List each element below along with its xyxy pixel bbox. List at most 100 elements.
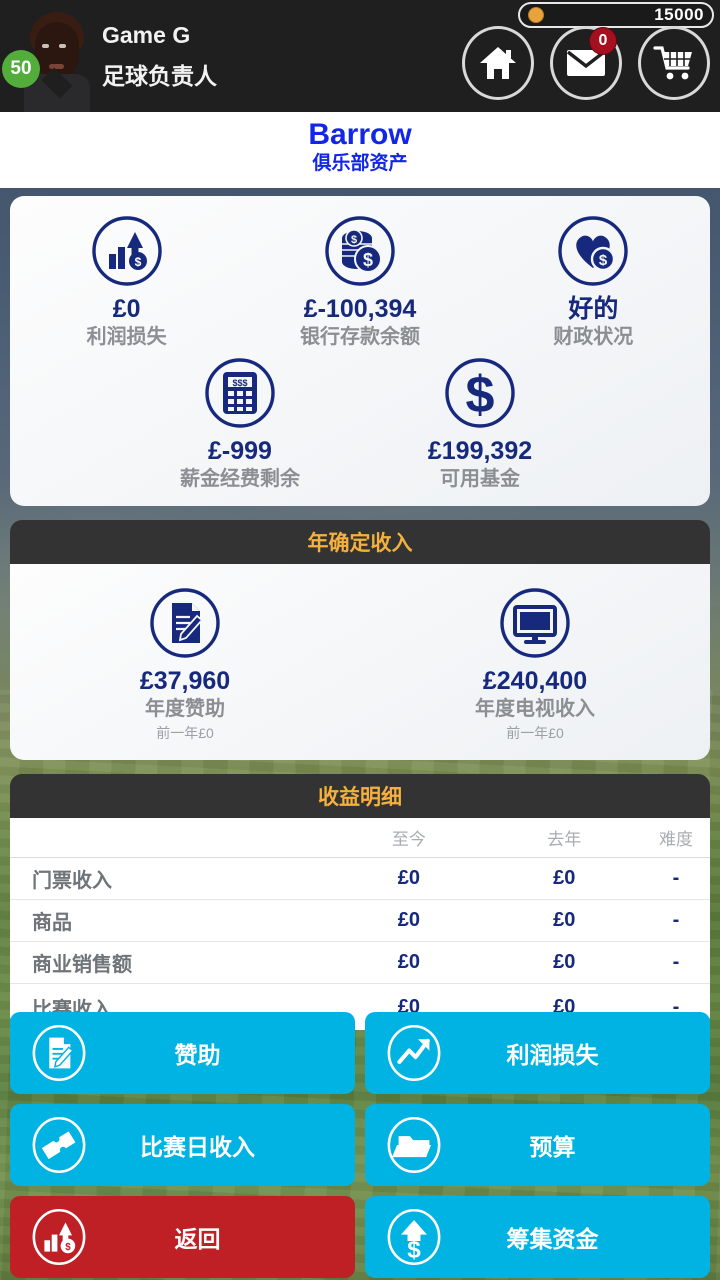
revenue-table: 至今 去年 难度 门票收入 £0 £0 - 商品 £0 £0 - 商业销售额 £…	[10, 818, 710, 1030]
row-difficulty: -	[672, 909, 680, 931]
top-bar: 50 Game G 足球负责人 15000 0	[0, 0, 720, 112]
svg-text:$$$: $$$	[232, 378, 247, 388]
income-section-title: 年确定收入	[307, 532, 413, 555]
row-name: 商业销售额	[32, 954, 132, 976]
col-header-last-year: 去年	[547, 830, 582, 849]
heart-money-icon: $	[556, 214, 630, 288]
raise-funds-button[interactable]: $ 筹集资金	[365, 1196, 710, 1278]
stat-value: £199,392	[427, 437, 533, 465]
top-actions: 0	[462, 26, 710, 100]
contract-icon	[28, 1023, 90, 1083]
revenue-section-header: 收益明细	[10, 774, 710, 818]
income-section-card: £37,960 年度赞助 前一年£0 £240,400 年度电视收入 前一年£0	[10, 564, 710, 760]
stat-label: 可用基金	[440, 468, 520, 490]
table-row[interactable]: 门票收入 £0 £0 -	[10, 858, 710, 900]
user-name: Game G	[102, 21, 191, 48]
stat-label: 利润损失	[86, 326, 167, 348]
profit-chart-icon: $	[90, 214, 164, 288]
income-section-header: 年确定收入	[10, 520, 710, 564]
income-sponsorship[interactable]: £37,960 年度赞助 前一年£0	[10, 586, 360, 744]
finance-stats-card: $ £0 利润损失 $ $ £-100,394 银行存款余额 $ 好的 财政状况…	[10, 196, 710, 506]
user-role: 足球负责人	[102, 62, 217, 89]
row-to-date: £0	[397, 867, 420, 889]
row-difficulty: -	[672, 867, 680, 889]
trend-up-icon	[383, 1023, 445, 1083]
back-button[interactable]: $ 返回	[10, 1196, 355, 1278]
income-sub: 前一年£0	[506, 725, 564, 741]
row-name: 门票收入	[32, 870, 112, 892]
finance-stats-row-1: $ £0 利润损失 $ $ £-100,394 银行存款余额 $ 好的 财政状况	[10, 214, 710, 350]
svg-text:$: $	[134, 255, 141, 269]
arrow-dollar-icon: $	[383, 1207, 445, 1267]
profit-loss-button[interactable]: 利润损失	[365, 1012, 710, 1094]
income-items: £37,960 年度赞助 前一年£0 £240,400 年度电视收入 前一年£0	[10, 564, 710, 760]
row-last-year: £0	[553, 909, 576, 931]
row-difficulty: -	[672, 951, 680, 973]
page-title: Barrow 俱乐部资产	[0, 112, 720, 188]
row-name: 商品	[32, 912, 72, 934]
row-last-year: £0	[553, 951, 576, 973]
income-tv[interactable]: £240,400 年度电视收入 前一年£0	[360, 586, 710, 744]
shop-button[interactable]	[638, 26, 710, 100]
svg-text:$: $	[363, 250, 373, 270]
income-label: 年度电视收入	[475, 698, 595, 720]
stat-bank-balance[interactable]: $ $ £-100,394 银行存款余额	[243, 214, 476, 350]
stat-label: 薪金经费剩余	[180, 468, 300, 490]
action-buttons: 赞助 利润损失 比赛日收入 预算 $ 返回 $ 筹集资金	[0, 1012, 720, 1278]
dollar-icon: $	[443, 356, 517, 430]
club-subtitle: 俱乐部资产	[312, 153, 408, 174]
svg-text:$: $	[466, 366, 495, 424]
income-sub: 前一年£0	[156, 725, 214, 741]
profit-chart-icon: $	[28, 1207, 90, 1267]
stat-financial-status[interactable]: $ 好的 财政状况	[477, 214, 710, 350]
income-value: £240,400	[482, 667, 588, 695]
sponsorship-button[interactable]: 赞助	[10, 1012, 355, 1094]
ticket-icon	[28, 1115, 90, 1175]
coin-icon	[528, 7, 544, 23]
stat-value: 好的	[568, 295, 619, 323]
svg-text:$: $	[65, 1242, 71, 1253]
income-label: 年度赞助	[145, 698, 225, 720]
stat-value: £-999	[208, 437, 272, 465]
matchday-income-button[interactable]: 比赛日收入	[10, 1104, 355, 1186]
row-to-date: £0	[397, 951, 420, 973]
revenue-section-title: 收益明细	[318, 786, 402, 809]
stat-profit-loss[interactable]: $ £0 利润损失	[10, 214, 243, 350]
level-badge: 50	[2, 50, 40, 88]
row-last-year: £0	[553, 867, 576, 889]
svg-text:$: $	[407, 1236, 421, 1263]
folder-icon	[383, 1115, 445, 1175]
stat-label: 财政状况	[553, 326, 634, 348]
stat-wage-budget[interactable]: $$$ £-999 薪金经费剩余	[120, 356, 360, 492]
row-to-date: £0	[397, 909, 420, 931]
user-info: Game G 足球负责人	[102, 22, 217, 91]
stat-label: 银行存款余额	[299, 326, 420, 348]
tv-icon	[498, 586, 572, 660]
stat-value: £-100,394	[303, 295, 417, 323]
stat-value: £0	[112, 295, 141, 323]
contract-icon	[148, 586, 222, 660]
budget-button[interactable]: 预算	[365, 1104, 710, 1186]
club-name: Barrow	[308, 118, 412, 151]
svg-text:$: $	[599, 252, 608, 269]
cart-icon	[653, 44, 695, 82]
avatar[interactable]: 50	[0, 0, 92, 112]
currency-amount: 15000	[654, 5, 704, 24]
col-header-to-date: 至今	[391, 830, 426, 849]
table-row[interactable]: 商品 £0 £0 -	[10, 900, 710, 942]
club-finances-screen: 50 Game G 足球负责人 15000 0 Barrow 俱乐部资产 $ £…	[0, 0, 720, 1280]
home-button[interactable]	[462, 26, 534, 100]
currency-pill[interactable]: 15000	[518, 2, 714, 28]
table-header-row: 至今 去年 难度	[10, 818, 710, 858]
stat-available-funds[interactable]: $ £199,392 可用基金	[360, 356, 600, 492]
svg-text:$: $	[351, 234, 357, 246]
home-icon	[478, 44, 518, 82]
finance-stats-row-2: $$$ £-999 薪金经费剩余 $ £199,392 可用基金	[10, 356, 710, 492]
coins-stack-icon: $ $	[323, 214, 397, 288]
table-row[interactable]: 商业销售额 £0 £0 -	[10, 942, 710, 984]
mail-badge: 0	[589, 27, 617, 55]
calculator-icon: $$$	[203, 356, 277, 430]
col-header-difficulty: 难度	[659, 830, 694, 849]
income-value: £37,960	[139, 667, 231, 695]
mail-button[interactable]: 0	[550, 26, 622, 100]
